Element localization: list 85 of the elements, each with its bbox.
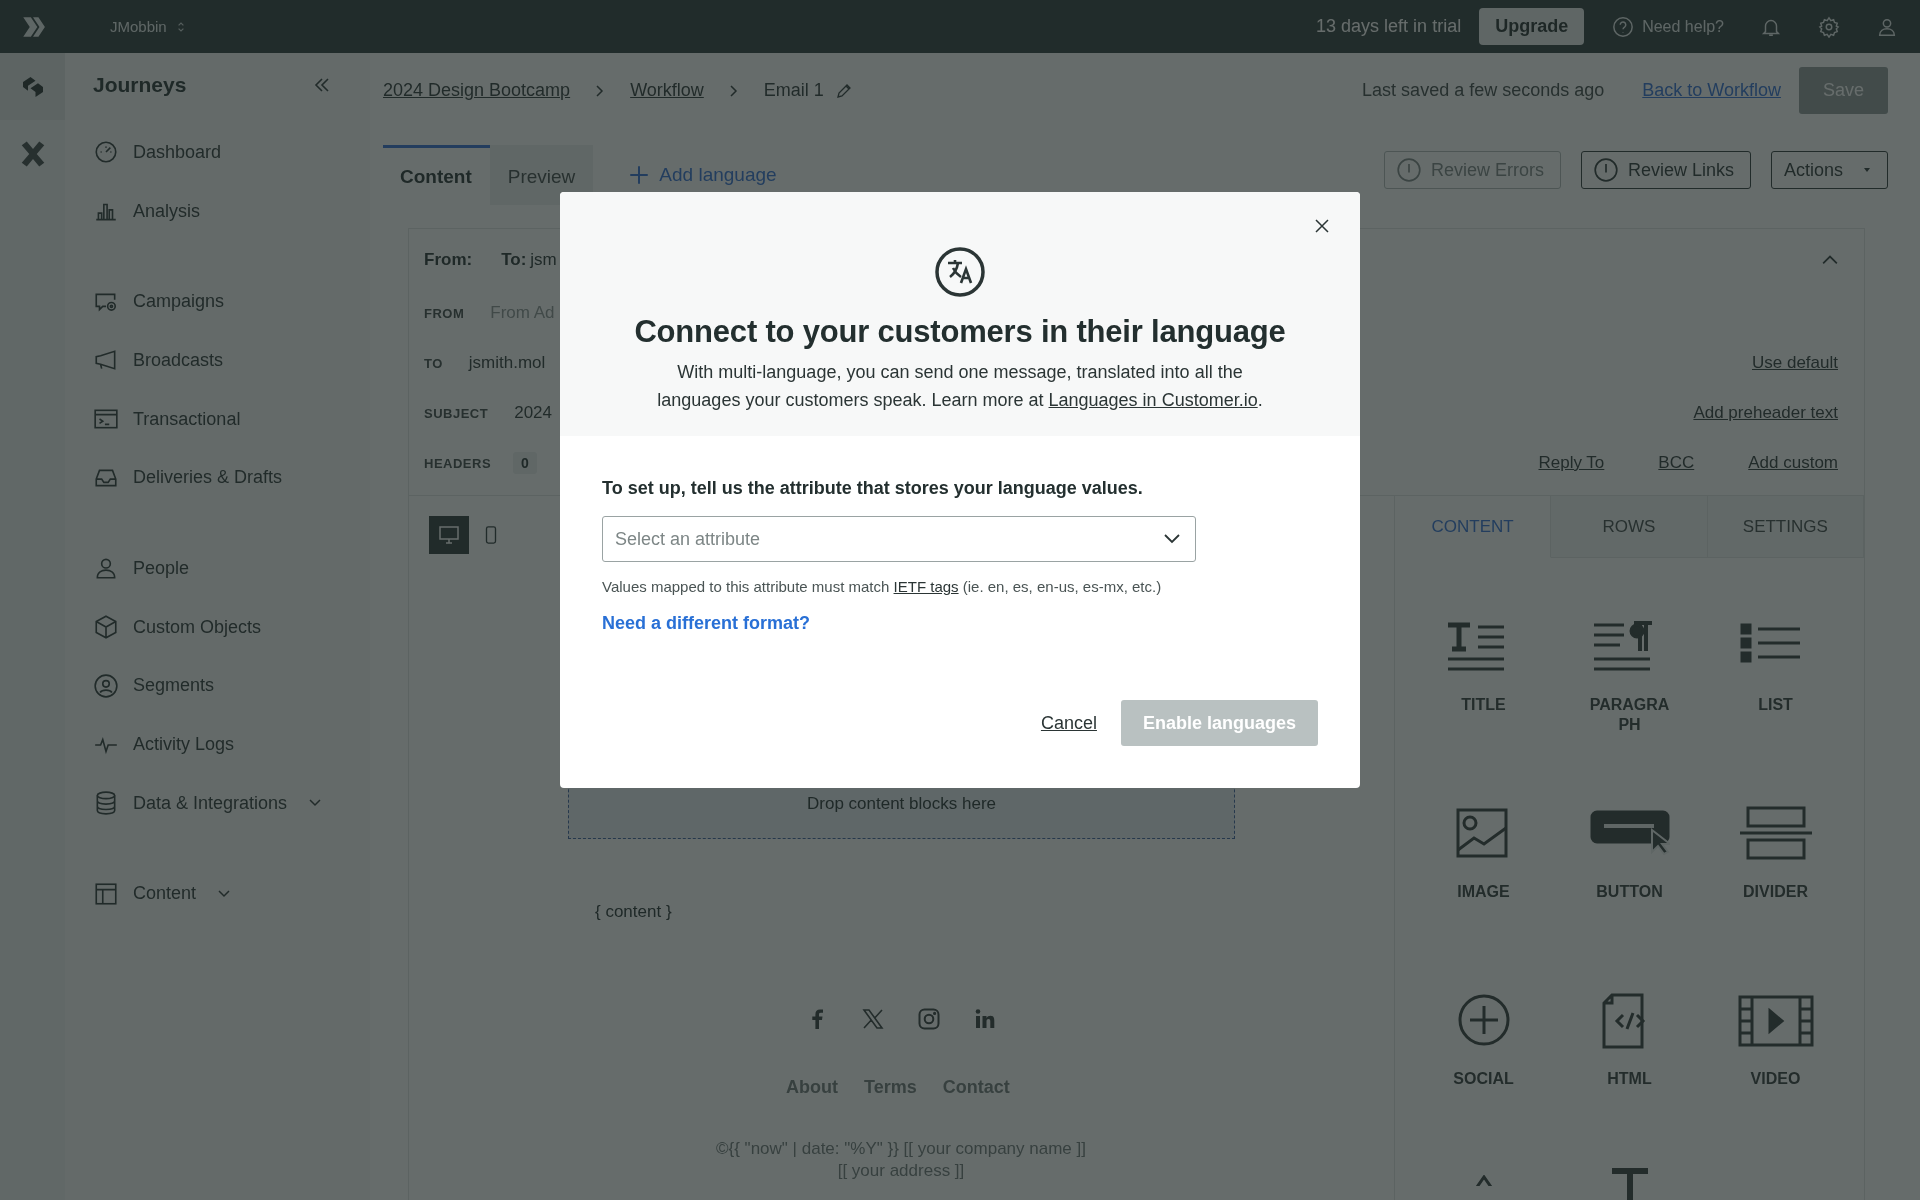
- content-block[interactable]: BUTTON: [1556, 776, 1703, 963]
- close-icon[interactable]: [1314, 218, 1330, 234]
- to-label: To:: [501, 250, 527, 270]
- trial-notice: 13 days left in trial: [1316, 16, 1462, 37]
- chevron-down-icon: [1164, 534, 1180, 544]
- content-block[interactable]: TITLE: [1410, 589, 1557, 776]
- plus-icon: [629, 165, 650, 185]
- headers-count: 0: [513, 452, 537, 474]
- nav-item[interactable]: Activity Logs: [93, 715, 332, 774]
- field-value[interactable]: jsmith.mol: [468, 353, 546, 373]
- docs-link[interactable]: Languages in Customer.io: [1048, 390, 1258, 410]
- nav-item[interactable]: People: [93, 539, 332, 598]
- content-block[interactable]: IMAGE: [1410, 776, 1557, 963]
- chevron-down-icon: [218, 889, 231, 898]
- x-logo-icon[interactable]: [861, 1007, 885, 1031]
- save-status: Last saved a few seconds ago: [1362, 80, 1605, 101]
- header-link[interactable]: BCC: [1658, 453, 1695, 473]
- content-field[interactable]: { content }: [595, 902, 672, 922]
- nav-item[interactable]: Broadcasts: [93, 331, 332, 390]
- content-block[interactable]: SOCIAL: [1410, 963, 1557, 1150]
- panel-tab[interactable]: SETTINGS: [1707, 496, 1864, 558]
- from-label: From:: [424, 250, 473, 270]
- nav-item[interactable]: Analysis: [93, 181, 332, 241]
- drop-zone-hint: Drop content blocks here: [807, 794, 996, 814]
- chevron-down-icon: [309, 799, 322, 808]
- field-value[interactable]: 2024: [514, 403, 552, 423]
- upgrade-button[interactable]: Upgrade: [1479, 8, 1585, 45]
- caret-icon: [1863, 167, 1871, 173]
- nav-item[interactable]: Transactional: [93, 389, 332, 449]
- translate-icon: [934, 246, 986, 298]
- desktop-view-button[interactable]: [429, 516, 469, 554]
- actions-menu-button[interactable]: Actions: [1770, 151, 1888, 189]
- nav-item[interactable]: Custom Objects: [93, 597, 332, 657]
- cancel-link[interactable]: Cancel: [1040, 712, 1097, 734]
- add-language-link[interactable]: Add language: [629, 145, 777, 205]
- breadcrumb-link[interactable]: 2024 Design Bootcamp: [383, 80, 571, 101]
- chevron-right-icon: [729, 84, 738, 97]
- table-icon: [93, 880, 119, 907]
- linkedin-icon[interactable]: [973, 1007, 997, 1031]
- dialog-description: With multi-language, you can send one message, translated into all the languages your customers speak. Learn more at Languages in Customer.io.: [656, 361, 1264, 412]
- content-block[interactable]: VIDEO: [1702, 963, 1849, 1150]
- attribute-select[interactable]: Select an attribute: [602, 516, 1196, 562]
- chevron-right-icon: [596, 84, 605, 97]
- panel-tab[interactable]: ROWS: [1551, 496, 1708, 558]
- review-button[interactable]: Review Links: [1580, 151, 1751, 189]
- settings-icon[interactable]: [1818, 15, 1840, 38]
- pencil-icon[interactable]: [835, 82, 852, 99]
- text-block-icon: [1609, 1168, 1650, 1200]
- content-block[interactable]: PARAGRAPH: [1556, 589, 1703, 776]
- back-link[interactable]: Back to Workflow: [1642, 80, 1781, 101]
- content-block[interactable]: DIVIDER: [1702, 776, 1849, 963]
- help-icon: [1612, 15, 1635, 38]
- ietf-link[interactable]: IETF tags: [893, 578, 959, 595]
- field-label: SUBJECT: [424, 405, 489, 421]
- format-link[interactable]: Need a different format?: [602, 613, 811, 634]
- breadcrumb-link[interactable]: Workflow: [630, 80, 704, 101]
- tab[interactable]: Preview: [489, 145, 594, 205]
- person-circle-icon: [93, 672, 119, 699]
- content-block[interactable]: LIST: [1702, 589, 1849, 776]
- cube-icon: [93, 614, 119, 641]
- info-circle-icon: [1593, 158, 1618, 182]
- header-link[interactable]: Add custom: [1748, 453, 1838, 473]
- nav-item[interactable]: Data & Integrations: [93, 773, 332, 833]
- monitor-icon: [439, 526, 459, 544]
- field-label: TO: [424, 355, 443, 371]
- field-link[interactable]: Use default: [1752, 353, 1838, 373]
- header-link[interactable]: Reply To: [1538, 453, 1605, 473]
- nav-item[interactable]: Dashboard: [93, 123, 332, 182]
- nav-item[interactable]: Segments: [93, 656, 332, 716]
- nav-item[interactable]: Campaigns: [93, 272, 332, 332]
- content-block[interactable]: HTML: [1556, 963, 1703, 1150]
- to-value: jsm: [530, 250, 557, 270]
- email-name: Email 1: [763, 80, 824, 101]
- field-label: FROM: [424, 305, 465, 321]
- field-link[interactable]: Add preheader text: [1693, 403, 1838, 423]
- instagram-icon[interactable]: [917, 1007, 941, 1031]
- info-circle-icon: [1396, 158, 1421, 182]
- nav-item[interactable]: Deliveries & Drafts: [93, 448, 332, 508]
- chevron-up-icon[interactable]: [1822, 255, 1838, 265]
- dialog-title: Connect to your customers in their language: [634, 314, 1286, 350]
- attribute-label: To set up, tell us the attribute that stores your language values.: [602, 478, 1144, 499]
- nav-item[interactable]: Content: [93, 864, 332, 924]
- sidebar-title: Journeys: [93, 73, 187, 97]
- hint-text: Values mapped to this attribute must match IETF tags (ie. en, es, en-us, es-mx, etc.): [602, 578, 1163, 595]
- field-label: HEADERS: [424, 455, 492, 471]
